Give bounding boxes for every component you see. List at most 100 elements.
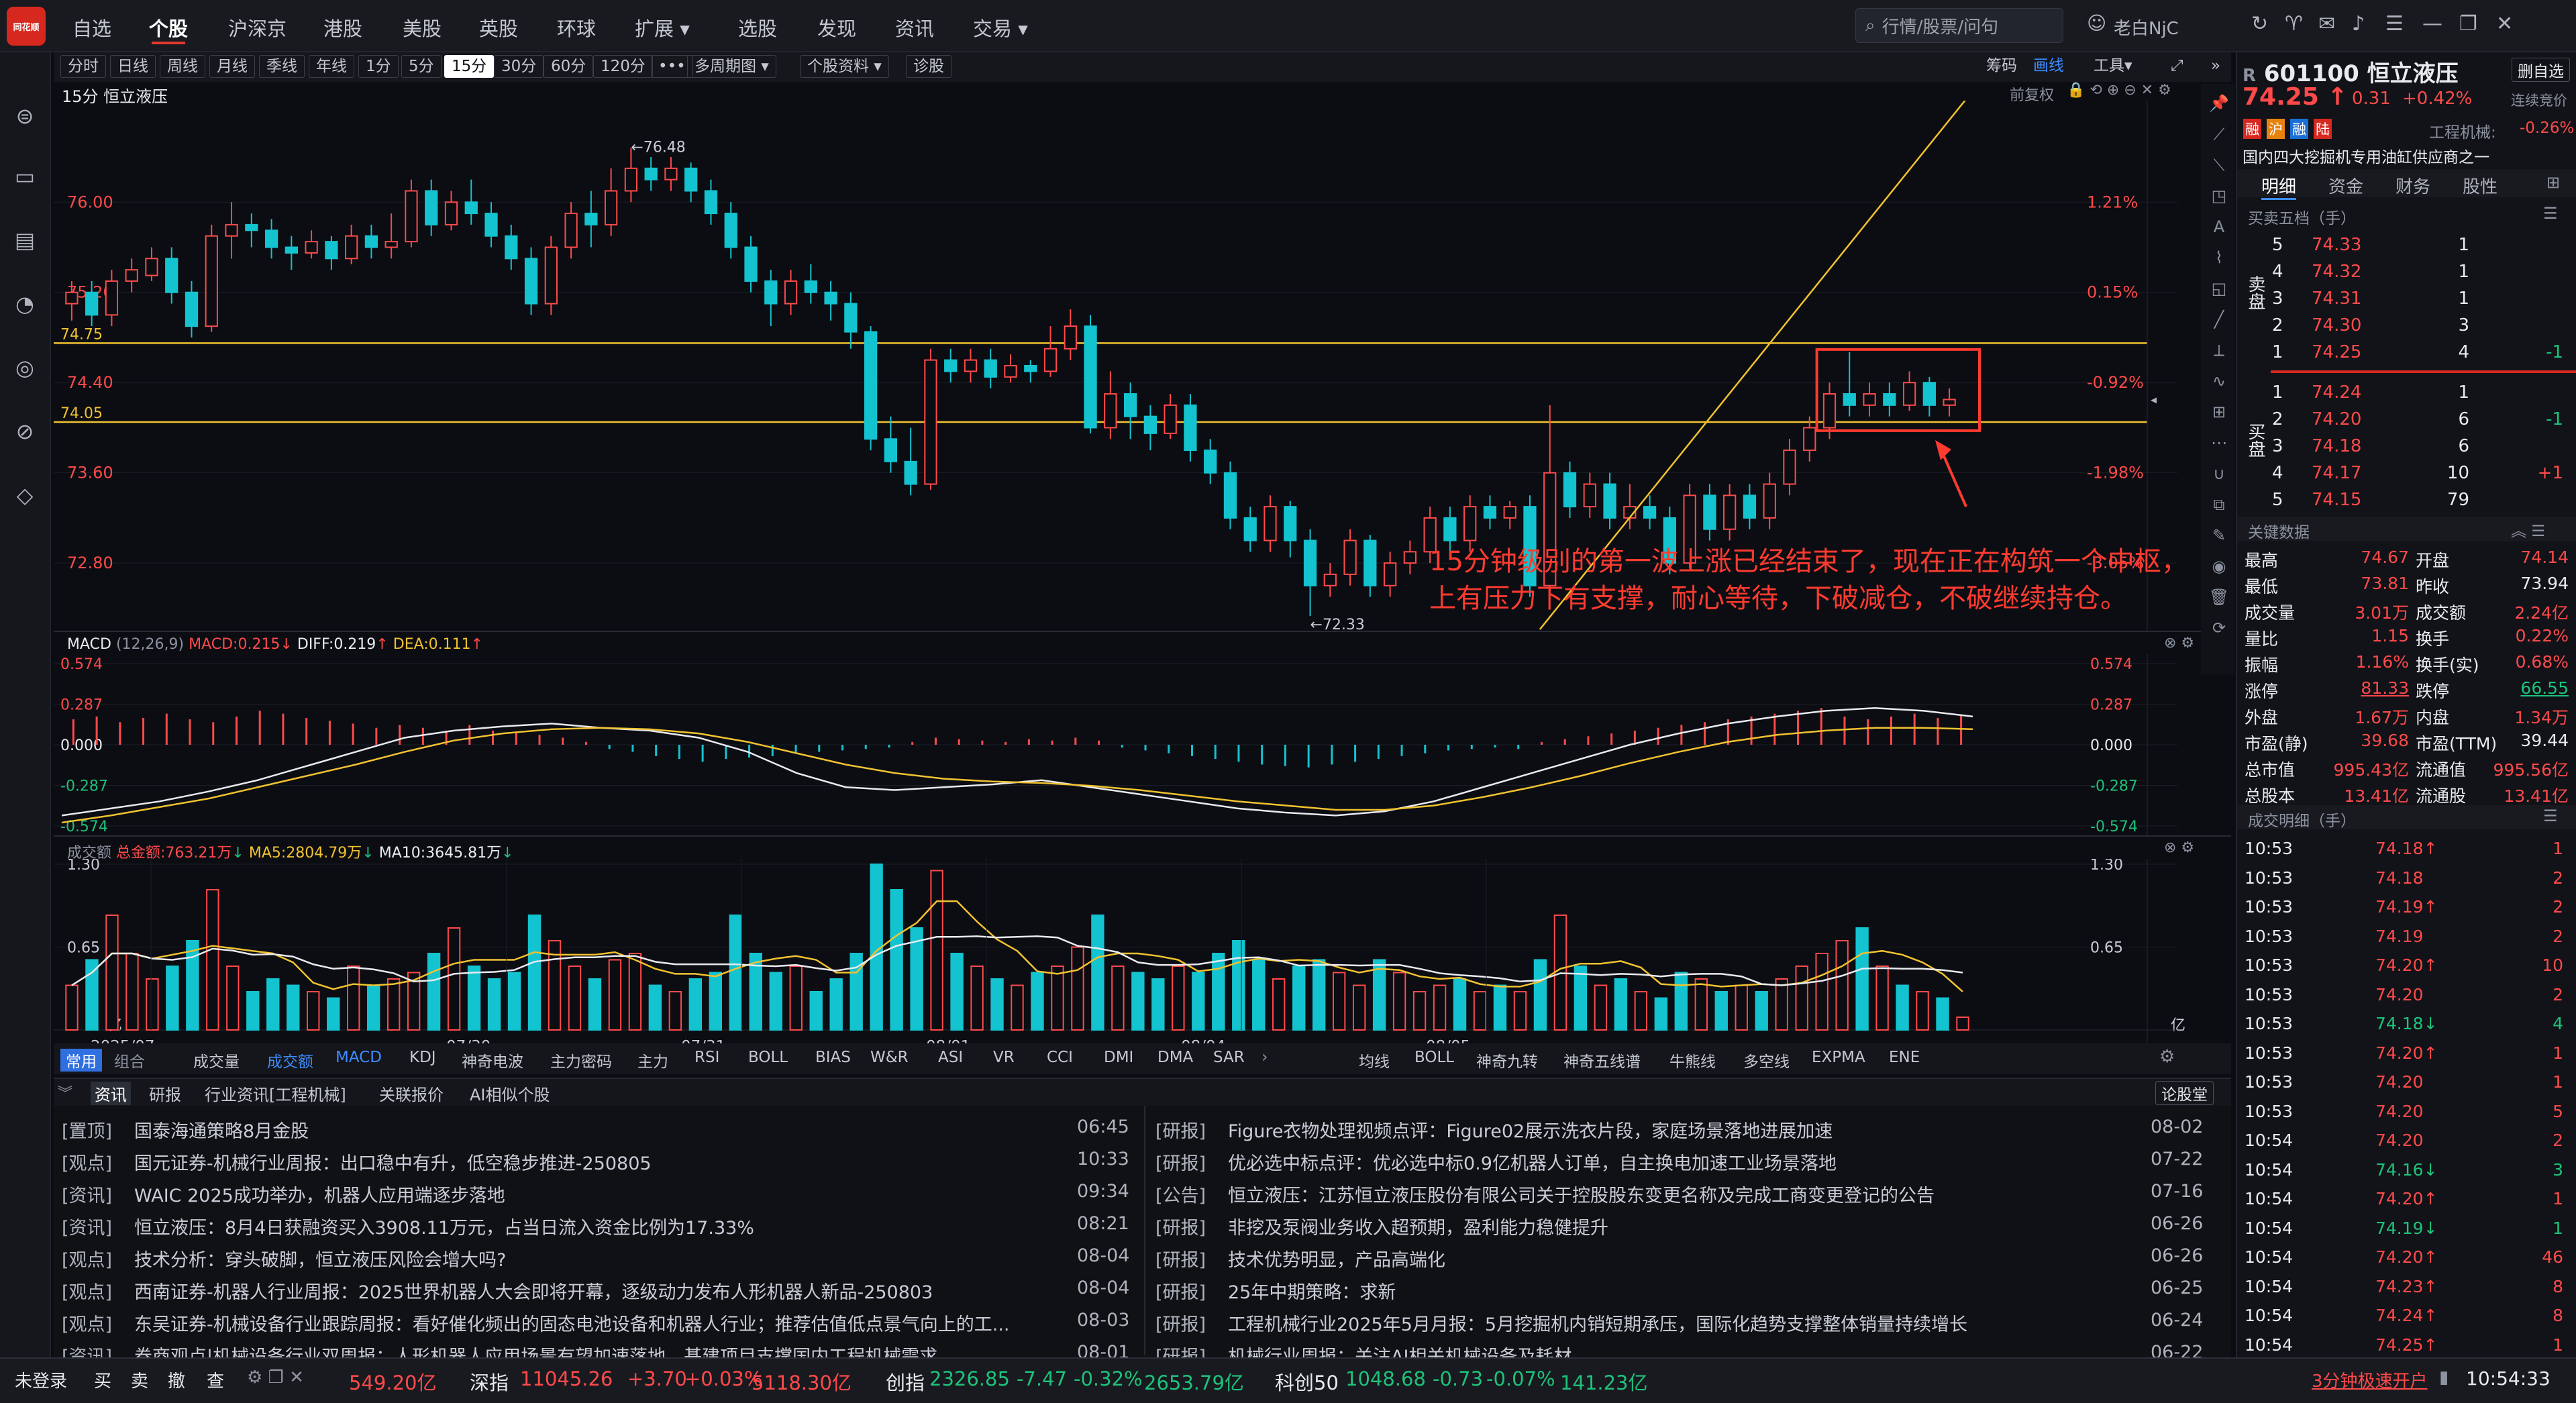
nav-huanqiu[interactable]: 环球 (557, 13, 596, 42)
overlay-3[interactable]: 神奇五线谱 (1563, 1049, 1641, 1072)
buy-button[interactable]: 买 (94, 1367, 111, 1392)
draw-tool-icon-4[interactable]: Α (2208, 217, 2230, 236)
timeframe-10[interactable]: 60分 (544, 55, 594, 78)
draw-tool-icon-1[interactable]: ⟋ (2208, 125, 2230, 144)
bell-icon[interactable]: ♪ (2352, 12, 2365, 36)
news-left-title[interactable]: 国泰海通策略8月金股 (134, 1116, 1060, 1143)
draw-tool-icon-0[interactable]: 📌 (2208, 94, 2230, 113)
news-left-title[interactable]: 东吴证券-机械设备行业跟踪周报：看好催化频出的固态电池设备和机器人行业；推荐估值… (134, 1310, 1060, 1336)
link-icon[interactable]: ⊘ (9, 416, 40, 447)
candle[interactable] (544, 236, 558, 315)
chart-controls-icons[interactable]: 🔒 ⟲ ⊕ ⊖ ✕ ⚙ (2067, 82, 2171, 99)
login-status[interactable]: 未登录 (15, 1367, 67, 1392)
candle[interactable] (1743, 484, 1757, 529)
indicator-16[interactable]: SAR (1213, 1049, 1245, 1066)
indicator-1[interactable]: 成交额 (267, 1049, 313, 1072)
open-account-link[interactable]: 3分钟极速开户 (2312, 1367, 2428, 1392)
candle[interactable] (444, 191, 458, 231)
candlestick-chart[interactable]: 76.001.21%75.200.15%74.40-0.92%73.60-1.9… (54, 101, 2231, 631)
draw-tool-icon-12[interactable]: ∪ (2208, 464, 2230, 483)
draw-tool-icon-14[interactable]: ✎ (2208, 526, 2230, 545)
candle[interactable] (1703, 484, 1716, 541)
candle[interactable] (1043, 326, 1058, 377)
consolidation-box[interactable] (1815, 348, 1981, 432)
candle[interactable] (1164, 394, 1177, 439)
nav-jiaoyi[interactable]: 交易 ▾ (973, 13, 1028, 42)
nav-ganggu[interactable]: 港股 (323, 13, 362, 42)
draw-tool-icon-7[interactable]: ╱ (2208, 310, 2230, 329)
buy-price[interactable]: 74.24 (2312, 382, 2361, 403)
indicator-9[interactable]: BIAS (815, 1049, 851, 1066)
fullscreen-icon[interactable]: ⤢ (2164, 55, 2189, 78)
tab-changyong[interactable]: 常用 (60, 1049, 102, 1072)
draw-tool-icon-6[interactable]: ◱ (2208, 279, 2230, 298)
monitor-icon[interactable]: ▭ (9, 161, 40, 192)
candle[interactable] (105, 270, 119, 327)
candle[interactable] (165, 247, 178, 304)
candle[interactable] (1503, 501, 1516, 529)
candle[interactable] (205, 224, 218, 332)
timeframe-4[interactable]: 季线 (259, 55, 305, 78)
candle[interactable] (1583, 472, 1596, 518)
remove-watchlist-button[interactable]: 删自选 (2512, 58, 2570, 82)
indicator-10[interactable]: W&R (870, 1049, 909, 1066)
news-left-title[interactable]: 国元证券-机械行业周报：出口稳中有升，低空稳步推进-250805 (134, 1149, 1060, 1175)
menu-icon[interactable]: ☰ (2385, 12, 2404, 36)
candle[interactable] (644, 157, 658, 191)
buy-price[interactable]: 74.17 (2312, 463, 2361, 483)
nav-hushenjing[interactable]: 沪深京 (228, 13, 287, 42)
sell-price[interactable]: 74.30 (2312, 315, 2361, 335)
candle[interactable] (1243, 507, 1257, 552)
volume-chart[interactable]: 1.301.300.650.65亿亿2025/0707/3007/3108/01… (54, 859, 2231, 1063)
candle[interactable] (1403, 540, 1417, 574)
macd-panel-icons[interactable]: ⊗ ⚙ (2164, 635, 2194, 652)
news-right-title[interactable]: 工程机械行业2025年5月月报：5月挖掘机内销短期承压，国际化趋势支撑整体销量持… (1228, 1310, 2120, 1336)
draw-button[interactable]: 画线 (2026, 55, 2071, 78)
news-right-title[interactable]: 技术优势明显，产品高端化 (1228, 1245, 2120, 1271)
trades-menu-icon[interactable]: ☰ (2543, 807, 2558, 825)
mail-icon[interactable]: ✉ (2318, 12, 2335, 36)
robot-icon[interactable]: ⊜ (9, 101, 40, 132)
buy-price[interactable]: 74.20 (2312, 409, 2361, 429)
candle[interactable] (225, 202, 238, 259)
candle[interactable] (464, 179, 478, 225)
gauge-icon[interactable]: ◔ (9, 289, 40, 319)
candle[interactable] (1104, 371, 1117, 439)
indicator-12[interactable]: VR (993, 1049, 1015, 1066)
expand-right-icon[interactable]: » (2204, 55, 2227, 78)
right-tab-1[interactable]: 资金 (2328, 173, 2363, 198)
nav-faxian[interactable]: 发现 (817, 13, 856, 42)
indicator-6[interactable]: 主力 (637, 1049, 668, 1072)
candle[interactable] (824, 280, 837, 321)
news-tab-4[interactable]: AI相似个股 (470, 1082, 550, 1105)
indicator-5[interactable]: 主力密码 (550, 1049, 612, 1072)
candle[interactable] (764, 270, 778, 327)
timeframe-9[interactable]: 30分 (494, 55, 544, 78)
candle[interactable] (524, 247, 538, 315)
news-tab-3[interactable]: 关联报价 (379, 1082, 444, 1105)
diamond-icon[interactable]: ◇ (9, 480, 40, 511)
timeframe-3[interactable]: 月线 (209, 55, 255, 78)
news-tab-2[interactable]: 行业资讯[工程机械] (205, 1082, 346, 1105)
volume-panel-icons[interactable]: ⊗ ⚙ (2164, 839, 2194, 856)
candle[interactable] (1922, 376, 1936, 417)
news-right-title[interactable]: 非挖及泵阀业务收入超预期，盈利能力稳健提升 (1228, 1213, 2120, 1239)
timeframe-2[interactable]: 周线 (160, 55, 205, 78)
indicator-8[interactable]: BOLL (748, 1049, 788, 1066)
candle[interactable] (425, 179, 438, 236)
candle[interactable] (904, 427, 917, 496)
candle[interactable] (1763, 472, 1776, 529)
candle[interactable] (744, 236, 758, 293)
indicator-3[interactable]: KDJ (409, 1049, 436, 1066)
overlay-5[interactable]: 多空线 (1743, 1049, 1790, 1072)
right-tab-0[interactable]: 明细 (2261, 173, 2297, 200)
candle[interactable] (1004, 354, 1017, 383)
news-left-title[interactable]: 恒立液压：8月4日获融资买入3908.11万元，占当日流入资金比例为17.33% (134, 1213, 1060, 1239)
nav-gegu[interactable]: 个股 (149, 13, 188, 42)
candle[interactable] (1284, 501, 1297, 558)
candle[interactable] (944, 348, 958, 383)
cancel-order-button[interactable]: 撤 (168, 1367, 185, 1392)
candle[interactable] (1343, 529, 1357, 586)
news-left-title[interactable]: WAIC 2025成功举办，机器人应用端逐步落地 (134, 1181, 1060, 1207)
avatar[interactable]: ☺ (2087, 12, 2106, 34)
